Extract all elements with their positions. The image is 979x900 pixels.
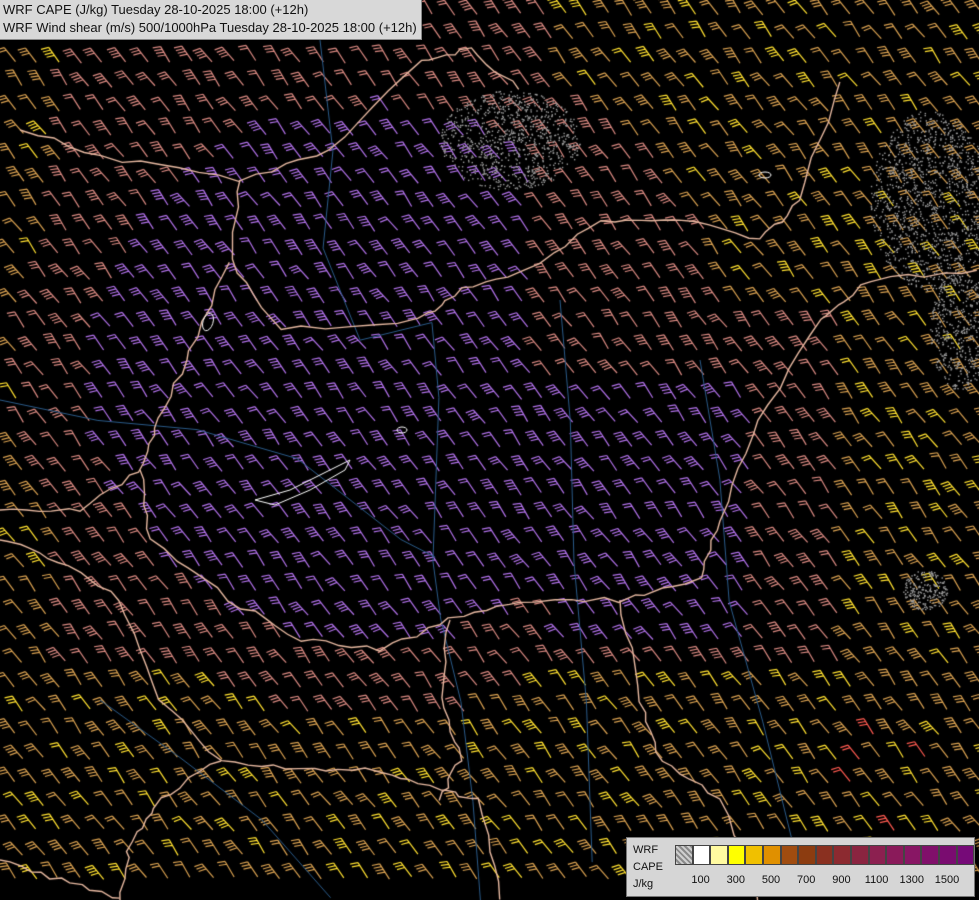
legend-swatch	[675, 845, 693, 865]
legend-label-units: J/kg	[633, 878, 654, 890]
legend-tick: 100	[691, 874, 710, 886]
legend-tick: 700	[797, 874, 816, 886]
legend-tick: 1500	[934, 874, 960, 886]
legend-swatch	[938, 845, 957, 865]
legend-swatch	[903, 845, 922, 865]
legend-tick: 1300	[899, 874, 925, 886]
legend-swatch	[886, 845, 904, 865]
legend-color-scale	[675, 845, 975, 865]
legend-label-model: WRF	[633, 844, 659, 856]
legend-tick: 1100	[864, 874, 889, 886]
legend-swatch	[798, 845, 816, 865]
cape-title: WRF CAPE (J/kg) Tuesday 28-10-2025 18:00…	[3, 2, 309, 17]
legend-tick: 300	[726, 874, 745, 886]
legend-tick: 900	[832, 874, 851, 886]
legend-label-variable: CAPE	[633, 861, 663, 873]
legend-swatch	[745, 845, 763, 865]
legend-swatch	[921, 845, 939, 865]
legend-swatch	[692, 845, 711, 865]
cape-legend: WRF CAPE J/kg 100 300 500 700 900 1100 1300 150…	[626, 837, 975, 897]
legend-swatch	[815, 845, 834, 865]
legend-swatch	[780, 845, 799, 865]
legend-swatch	[762, 845, 781, 865]
legend-swatch	[710, 845, 728, 865]
wind-shear-title: WRF Wind shear (m/s) 500/1000hPa Tuesday…	[3, 20, 417, 35]
legend-swatch	[833, 845, 851, 865]
legend-swatch	[850, 845, 869, 865]
legend-tick: 500	[761, 874, 781, 886]
legend-swatch	[868, 845, 887, 865]
legend-swatch	[956, 845, 975, 865]
legend-swatch	[727, 845, 746, 865]
weather-map	[0, 0, 979, 900]
map-title-box: WRF CAPE (J/kg) Tuesday 28-10-2025 18:00…	[0, 0, 422, 40]
